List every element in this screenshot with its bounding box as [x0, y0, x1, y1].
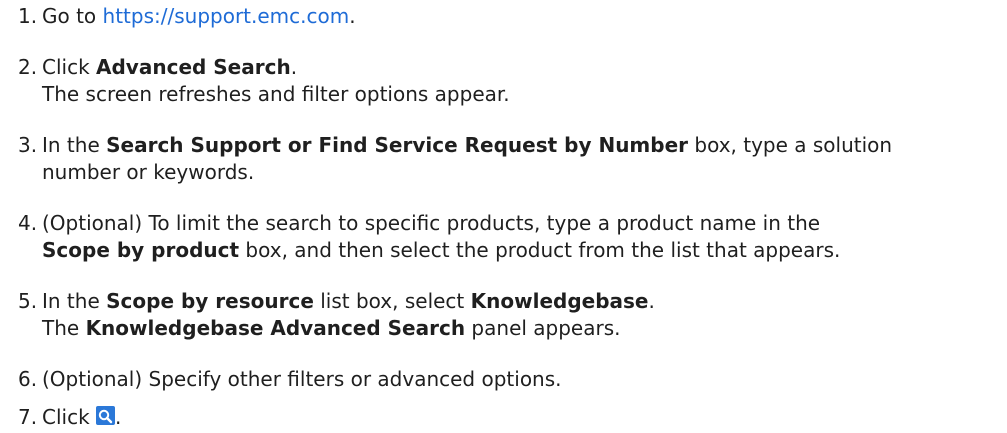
- ui-term: Scope by product: [42, 238, 240, 262]
- step-text: Go to: [42, 4, 103, 28]
- step-text-continued: Scope by product box, and then select th…: [18, 237, 998, 264]
- step-5: 5. In the Scope by resource list box, sel…: [18, 288, 998, 342]
- search-icon[interactable]: [96, 406, 116, 425]
- ui-term: Knowledgebase Advanced Search: [85, 316, 466, 340]
- step-1: 1. Go to https://support.emc.com.: [18, 3, 998, 30]
- step-text-continued: number or keywords.: [42, 160, 255, 184]
- step-text: box, type a solution: [688, 133, 893, 157]
- step-2: 2. Click Advanced Search. The screen refr…: [18, 54, 998, 108]
- punct: .: [290, 55, 298, 79]
- step-number: 6.: [18, 367, 38, 391]
- ui-term: Knowledgebase: [470, 289, 649, 313]
- support-link[interactable]: https://support.emc.com: [103, 4, 350, 28]
- step-result: The screen refreshes and filter options …: [42, 82, 510, 106]
- step-text: In the: [42, 289, 107, 313]
- punct: .: [648, 289, 655, 313]
- step-number: 3.: [18, 133, 38, 157]
- step-text: The: [42, 316, 86, 340]
- step-4: 4. (Optional) To limit the search to spec…: [18, 210, 998, 264]
- punct: .: [115, 405, 122, 429]
- step-number: 2.: [18, 55, 38, 79]
- ui-term: Advanced Search: [96, 55, 291, 79]
- punct: .: [349, 4, 356, 28]
- ui-term: Scope by resource: [106, 289, 314, 313]
- procedure-document: 1. Go to https://support.emc.com. 2. Click…: [0, 0, 1007, 432]
- step-text: In the: [42, 133, 107, 157]
- step-text: Click: [42, 405, 97, 429]
- step-text: list box, select: [313, 289, 471, 313]
- step-text: (Optional) Specify other filters or adva…: [42, 367, 562, 391]
- step-text: box, and then select the product from th…: [239, 238, 841, 262]
- step-7: 7. Click .: [18, 404, 998, 431]
- step-6: 6. (Optional) Specify other filters or ad…: [18, 366, 998, 393]
- step-text: Click: [42, 55, 97, 79]
- step-text: panel appears.: [465, 316, 621, 340]
- step-number: 7.: [18, 405, 38, 429]
- step-text: (Optional) To limit the search to specif…: [42, 211, 821, 235]
- step-number: 1.: [18, 4, 38, 28]
- step-result: The Knowledgebase Advanced Search panel …: [18, 315, 998, 342]
- step-number: 5.: [18, 289, 38, 313]
- step-number: 4.: [18, 211, 38, 235]
- ui-term: Search Support or Find Service Request b…: [106, 133, 689, 157]
- step-3: 3. In the Search Support or Find Service …: [18, 132, 998, 186]
